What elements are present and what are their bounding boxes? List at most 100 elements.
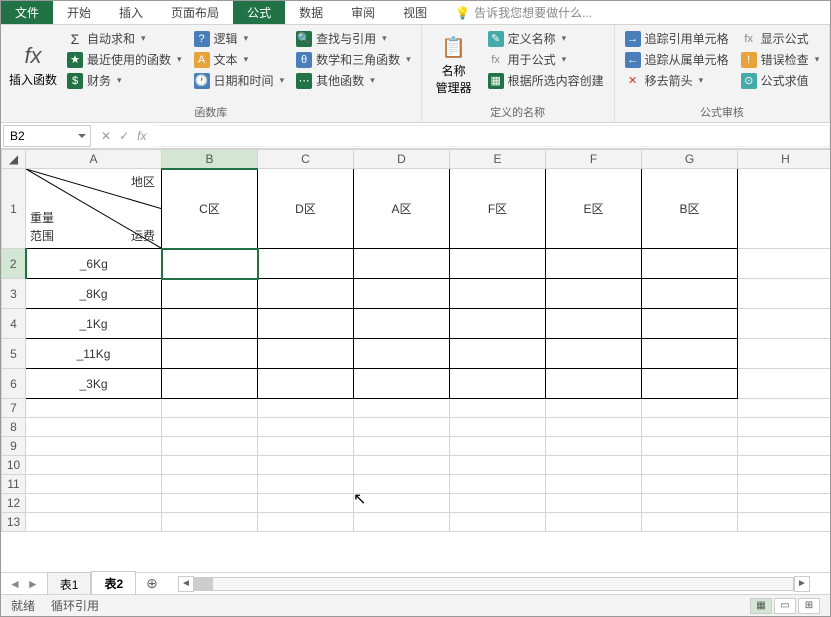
cell[interactable] [354,418,450,437]
cell-B1[interactable]: C区 [162,169,258,249]
cell-D3[interactable] [354,279,450,309]
cell[interactable] [546,399,642,418]
cell-C4[interactable] [258,309,354,339]
autosum-button[interactable]: Σ自动求和▾ [65,29,184,48]
col-header-D[interactable]: D [354,150,450,169]
cell-H5[interactable] [738,339,831,369]
cell-A2[interactable]: _6Kg [26,249,162,279]
name-box[interactable]: B2 [3,125,91,147]
col-header-A[interactable]: A [26,150,162,169]
cell-G4[interactable] [642,309,738,339]
cell[interactable] [258,399,354,418]
cell[interactable] [642,494,738,513]
cell-B6[interactable] [162,369,258,399]
cell[interactable] [354,456,450,475]
cell[interactable] [26,475,162,494]
scroll-right-button[interactable]: ► [794,576,810,592]
row-header-9[interactable]: 9 [2,437,26,456]
cell[interactable] [546,418,642,437]
tab-insert[interactable]: 插入 [105,1,157,24]
enter-formula-button[interactable]: ✓ [119,129,129,143]
cell-B2[interactable] [162,249,258,279]
cell[interactable] [162,437,258,456]
show-formulas-button[interactable]: fx显示公式 [739,29,822,48]
cell-C1[interactable]: D区 [258,169,354,249]
cell-F6[interactable] [546,369,642,399]
cell[interactable] [26,513,162,532]
cell-H4[interactable] [738,309,831,339]
math-button[interactable]: θ数学和三角函数▾ [294,50,413,69]
trace-dependents-button[interactable]: ←追踪从属单元格 [623,50,731,69]
define-name-button[interactable]: ✎定义名称▾ [486,29,606,48]
trace-precedents-button[interactable]: →追踪引用单元格 [623,29,731,48]
row-header-11[interactable]: 11 [2,475,26,494]
scroll-left-button[interactable]: ◄ [178,576,194,592]
horizontal-scrollbar[interactable]: ◄ ► [178,576,810,592]
evaluate-formula-button[interactable]: ⊙公式求值 [739,71,822,90]
cell[interactable] [642,456,738,475]
cell-B5[interactable] [162,339,258,369]
cell-G1[interactable]: B区 [642,169,738,249]
cell-B3[interactable] [162,279,258,309]
cell[interactable] [354,475,450,494]
cell-G5[interactable] [642,339,738,369]
fx-button[interactable]: fx [137,129,146,143]
financial-button[interactable]: $财务▾ [65,71,184,90]
cell[interactable] [738,494,831,513]
cell[interactable] [26,494,162,513]
cell[interactable] [26,418,162,437]
create-from-selection-button[interactable]: ▦根据所选内容创建 [486,71,606,90]
cell[interactable] [258,437,354,456]
cell-B4[interactable] [162,309,258,339]
cell-H1[interactable] [738,169,831,249]
tab-file[interactable]: 文件 [1,1,53,24]
cell-F1[interactable]: E区 [546,169,642,249]
cell[interactable] [642,437,738,456]
cell[interactable] [162,513,258,532]
cell[interactable] [162,494,258,513]
cell-C2[interactable] [258,249,354,279]
error-check-button[interactable]: !错误检查▾ [739,50,822,69]
cell-D1[interactable]: A区 [354,169,450,249]
cell[interactable] [546,456,642,475]
tab-formula[interactable]: 公式 [233,1,285,24]
cell[interactable] [258,475,354,494]
cell-C5[interactable] [258,339,354,369]
sheet-tab-1[interactable]: 表1 [47,572,92,596]
row-header-5[interactable]: 5 [2,339,26,369]
row-header-2[interactable]: 2 [2,249,26,279]
cell[interactable] [450,399,546,418]
cell-F5[interactable] [546,339,642,369]
tab-page-layout[interactable]: 页面布局 [157,1,233,24]
view-normal-button[interactable]: ▦ [750,598,772,614]
row-header-6[interactable]: 6 [2,369,26,399]
cell-E6[interactable] [450,369,546,399]
view-page-layout-button[interactable]: ▭ [774,598,796,614]
cell-D6[interactable] [354,369,450,399]
cell-H3[interactable] [738,279,831,309]
cell[interactable] [354,399,450,418]
cell[interactable] [642,475,738,494]
cell[interactable] [642,513,738,532]
cell[interactable] [26,437,162,456]
text-button[interactable]: A文本▾ [192,50,287,69]
tab-data[interactable]: 数据 [285,1,337,24]
cell-D5[interactable] [354,339,450,369]
tab-home[interactable]: 开始 [53,1,105,24]
row-header-8[interactable]: 8 [2,418,26,437]
row-header-3[interactable]: 3 [2,279,26,309]
col-header-H[interactable]: H [738,150,831,169]
cell[interactable] [258,494,354,513]
cell[interactable] [546,475,642,494]
cell[interactable] [738,399,831,418]
row-header-12[interactable]: 12 [2,494,26,513]
cell[interactable] [546,437,642,456]
remove-arrows-button[interactable]: ✕移去箭头▾ [623,71,731,90]
cell[interactable] [738,475,831,494]
cell[interactable] [162,456,258,475]
cell[interactable] [738,418,831,437]
cell[interactable] [26,456,162,475]
cell[interactable] [162,475,258,494]
cell[interactable] [738,437,831,456]
cell-G3[interactable] [642,279,738,309]
